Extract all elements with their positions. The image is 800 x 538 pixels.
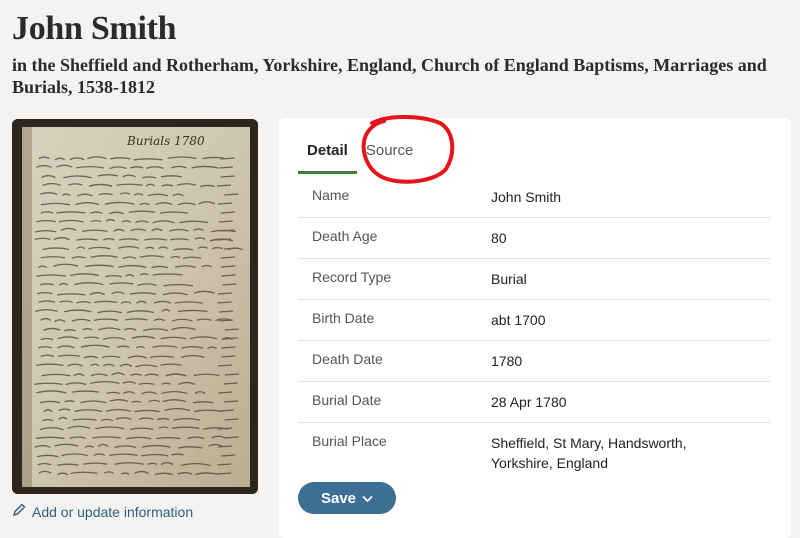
scan-heading: Burials 1780 xyxy=(126,134,205,148)
table-row: Death Age 80 xyxy=(298,218,770,259)
document-scan-image: Burials 1780 xyxy=(12,119,258,494)
table-row: Birth Date abt 1700 xyxy=(298,300,770,341)
detail-table: Name John Smith Death Age 80 Record Type… xyxy=(298,177,770,483)
field-value-birth-date: abt 1700 xyxy=(491,312,546,328)
red-circle-annotation xyxy=(361,115,455,184)
field-label-birth-date: Birth Date xyxy=(312,310,375,326)
save-button-label: Save xyxy=(320,489,357,507)
field-label-name: Name xyxy=(312,187,350,203)
page-title: John Smith xyxy=(12,10,177,47)
save-button[interactable]: Save xyxy=(298,482,396,514)
tab-detail[interactable]: Detail xyxy=(298,140,357,174)
field-value-record-type: Burial xyxy=(491,271,527,287)
field-value-name: John Smith xyxy=(491,189,562,205)
field-value-burial-place: Sheffield, St Mary, Handsworth, Yorkshir… xyxy=(491,435,687,471)
page-subtitle: in the Sheffield and Rotherham, Yorkshir… xyxy=(12,55,767,97)
add-update-info-label: Add or update information xyxy=(32,503,194,520)
add-update-info-link[interactable]: Add or update information xyxy=(12,503,193,520)
table-row: Death Date 1780 xyxy=(298,341,770,382)
table-row: Burial Date 28 Apr 1780 xyxy=(298,382,770,423)
field-label-burial-date: Burial Date xyxy=(312,392,382,408)
chevron-down-icon xyxy=(362,490,373,507)
table-row: Burial Place Sheffield, St Mary, Handswo… xyxy=(298,423,770,483)
field-label-death-date: Death Date xyxy=(312,351,383,367)
field-label-death-age: Death Age xyxy=(312,228,378,244)
field-label-burial-place: Burial Place xyxy=(312,433,387,449)
pencil-icon xyxy=(12,503,26,520)
record-detail-card: Detail Source Name John Smith Death Age … xyxy=(279,118,791,538)
field-label-record-type: Record Type xyxy=(312,269,392,285)
field-value-death-age: 80 xyxy=(491,230,507,246)
field-value-death-date: 1780 xyxy=(491,353,523,369)
record-image-thumbnail[interactable]: Burials 1780 xyxy=(12,119,258,494)
table-row: Record Type Burial xyxy=(298,259,770,300)
field-value-burial-date: 28 Apr 1780 xyxy=(491,394,567,410)
